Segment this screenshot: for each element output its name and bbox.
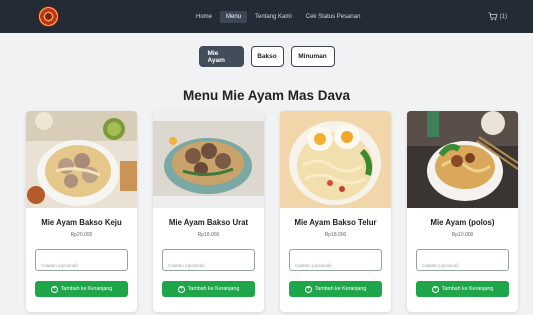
product-name: Mie Ayam Bakso Keju [41,218,122,227]
add-to-cart-button[interactable]: + Tambah ke Keranjang [35,281,128,297]
brand-logo[interactable] [38,6,59,27]
plus-circle-icon: + [431,285,439,293]
product-image [407,111,518,208]
plus-circle-icon: + [50,285,58,293]
note-placeholder: Catatan (opsional) [422,263,459,268]
nav-link-about[interactable]: Tentang Kami [249,11,298,23]
note-field[interactable]: Catatan (opsional) [162,249,255,271]
category-tabs: Mie Ayam Bakso Minuman [0,46,533,67]
add-to-cart-label: Tambah ke Keranjang [187,286,240,292]
add-to-cart-button[interactable]: + Tambah ke Keranjang [416,281,509,297]
section-title: Menu Mie Ayam Mas Dava [182,88,351,103]
cart-link[interactable]: (1) [488,12,507,21]
product-image [280,111,391,208]
product-card: Mie Ayam (polos) Rp10.000 Catatan (opsio… [407,111,518,312]
note-placeholder: Catatan (opsional) [41,263,78,268]
product-grid: Mie Ayam Bakso Keju Rp20.000 Catatan (op… [26,111,518,312]
note-placeholder: Catatan (opsional) [168,263,205,268]
product-price: Rp20.000 [70,232,93,238]
product-name: Mie Ayam Bakso Telur [294,218,377,227]
plus-circle-icon: + [304,285,312,293]
product-image [153,111,264,208]
product-price: Rp18.000 [324,232,347,238]
note-field[interactable]: Catatan (opsional) [289,249,382,271]
product-card: Mie Ayam Bakso Keju Rp20.000 Catatan (op… [26,111,137,312]
nav-link-menu[interactable]: Menu [220,10,248,23]
product-price: Rp18.000 [197,232,220,238]
product-name: Mie Ayam Bakso Urat [168,218,249,227]
cart-icon [488,12,498,21]
product-image [26,111,137,208]
product-name: Mie Ayam (polos) [430,218,495,227]
product-price: Rp10.000 [451,232,474,238]
note-field[interactable]: Catatan (opsional) [35,249,128,271]
plus-circle-icon: + [177,285,185,293]
tab-mie-ayam[interactable]: Mie Ayam [198,46,244,67]
add-to-cart-button[interactable]: + Tambah ke Keranjang [162,281,255,297]
nav-link-home[interactable]: Home [190,11,218,23]
add-to-cart-label: Tambah ke Keranjang [314,286,367,292]
note-placeholder: Catatan (opsional) [295,263,332,268]
product-card: Mie Ayam Bakso Telur Rp18.000 Catatan (o… [280,111,391,312]
tab-minuman[interactable]: Minuman [290,46,335,67]
nav-links: Home Menu Tentang Kami Cek Status Pesana… [190,0,368,33]
tab-bakso[interactable]: Bakso [250,46,284,67]
add-to-cart-label: Tambah ke Keranjang [441,286,494,292]
note-field[interactable]: Catatan (opsional) [416,249,509,271]
top-navbar: Home Menu Tentang Kami Cek Status Pesana… [0,0,533,33]
cart-count: (1) [499,13,507,20]
add-to-cart-label: Tambah ke Keranjang [60,286,113,292]
product-card: Mie Ayam Bakso Urat Rp18.000 Catatan (op… [153,111,264,312]
nav-link-order-status[interactable]: Cek Status Pesanan [300,11,367,23]
add-to-cart-button[interactable]: + Tambah ke Keranjang [289,281,382,297]
